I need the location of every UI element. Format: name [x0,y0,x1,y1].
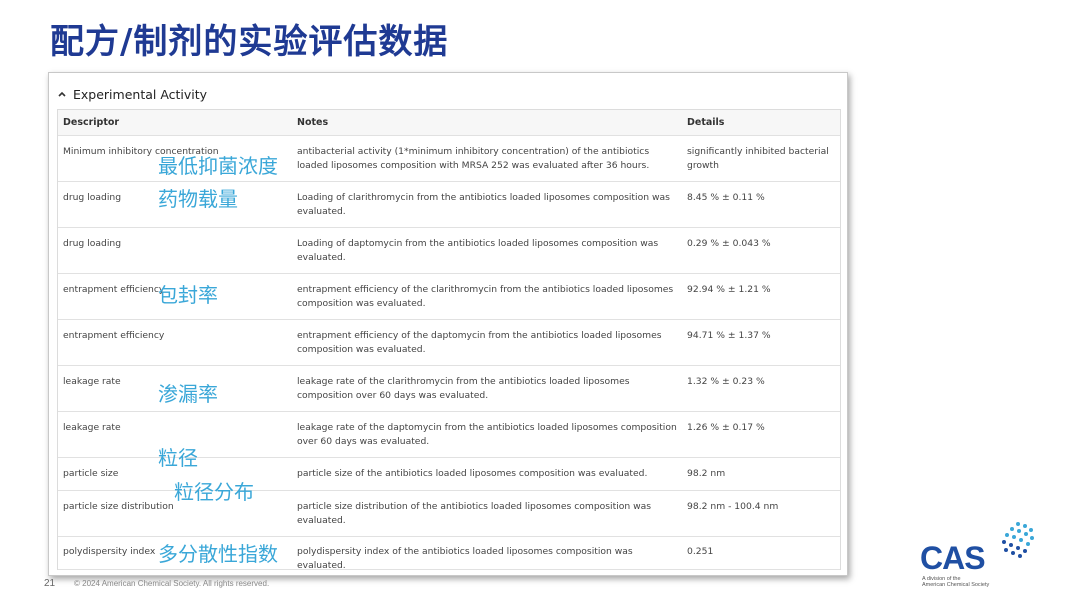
logo-subtitle-2: American Chemical Society [922,582,990,588]
cell-details: 1.32 % ± 0.23 % [687,376,765,387]
slide-title: 配方/制剂的实验评估数据 [50,22,449,62]
cell-details: 98.2 nm [687,468,726,479]
annotation-drug-loading: 药物载量 [158,187,238,211]
cell-descriptor: drug loading [63,238,122,249]
annotation-entrapment: 包封率 [158,283,218,307]
table-header-row: Descriptor Notes Details [58,110,840,136]
dot-helix-icon [1002,522,1034,558]
cell-descriptor: entrapment efficiency [63,330,165,341]
copyright: © 2024 American Chemical Society. All ri… [74,579,270,588]
cell-notes: antibacterial activity (1*minimum inhibi… [297,146,650,171]
cell-notes: leakage rate of the clarithromycin from … [297,376,630,401]
panel-header-label: Experimental Activity [73,86,208,102]
cell-notes: entrapment efficiency of the clarithromy… [297,284,674,309]
cell-details: significantly inhibited bacterial growth [687,146,829,171]
cell-details: 0.29 % ± 0.043 % [687,238,771,249]
cell-details: 94.71 % ± 1.37 % [687,330,771,341]
cell-notes: polydispersity index of the antibiotics … [297,546,633,571]
annotation-mic: 最低抑菌浓度 [158,154,278,178]
column-header-notes[interactable]: Notes [291,117,683,128]
cell-details: 98.2 nm - 100.4 nm [687,501,779,512]
cell-notes: particle size distribution of the antibi… [297,501,652,526]
cell-details: 92.94 % ± 1.21 % [687,284,771,295]
cell-notes: particle size of the antibiotics loaded … [297,468,648,479]
experimental-activity-panel: Experimental Activity Descriptor Notes D… [48,72,848,576]
cell-details: 8.45 % ± 0.11 % [687,192,765,203]
annotation-pdi: 多分散性指数 [158,542,278,566]
panel-header[interactable]: Experimental Activity [57,83,207,105]
cell-details: 1.26 % ± 0.17 % [687,422,765,433]
cell-notes: entrapment efficiency of the daptomycin … [297,330,662,355]
cell-details: 0.251 [687,546,714,557]
column-header-descriptor[interactable]: Descriptor [58,117,291,128]
annotation-leakage: 渗漏率 [158,382,218,406]
logo-text: CAS [920,540,986,576]
cell-notes: leakage rate of the daptomycin from the … [297,422,677,447]
page-number: 21 [44,578,56,589]
annotation-particle-size: 粒径 [158,446,198,470]
cas-logo: CAS A division of the American Chemical … [920,520,1040,590]
table-row: entrapment efficiency entrapment efficie… [58,320,840,366]
column-header-details[interactable]: Details [683,117,840,128]
table-row: drug loading Loading of daptomycin from … [58,228,840,274]
cell-notes: Loading of daptomycin from the antibioti… [297,238,659,263]
annotation-psd: 粒径分布 [174,480,254,504]
chevron-up-icon[interactable] [57,89,67,99]
cell-notes: Loading of clarithromycin from the antib… [297,192,670,217]
